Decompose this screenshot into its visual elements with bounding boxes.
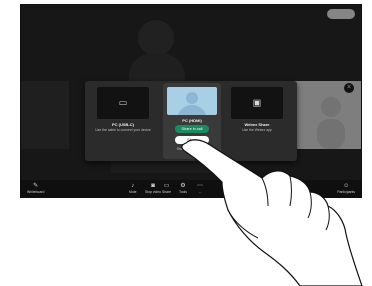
share-option-usb-c[interactable]: ▭ PC (USB-C) Use the cable to connect yo…	[95, 87, 151, 132]
bottom-toolbar: ✎ Whiteboard ♪ Mute ◙ Stop video ▭ Share…	[21, 180, 361, 197]
microphone-icon: ♪	[131, 183, 135, 189]
usb-c-desc: Use the cable to connect your device	[95, 128, 151, 132]
more-button[interactable]: ⋯ ...	[197, 182, 203, 194]
pen-icon: ✎	[33, 183, 39, 189]
hdmi-title: PC (HDMI)	[182, 118, 202, 123]
hdmi-note: Show ms in front of ...	[176, 147, 208, 151]
webex-desc: Use the Webex app	[242, 128, 272, 132]
share-option-hdmi: PC (HDMI) Share in call Show Show ms in …	[163, 83, 221, 159]
usb-c-tile: ▭	[97, 87, 149, 119]
stop-video-button[interactable]: ◙ Stop video	[145, 182, 161, 194]
share-dialog: ▭ PC (USB-C) Use the cable to connect yo…	[85, 81, 297, 161]
avatar-shoulders	[177, 105, 207, 115]
camera-icon: ◙	[151, 183, 155, 189]
webex-tile: ▣	[231, 87, 283, 119]
share-button[interactable]: ▭ Share	[162, 182, 171, 194]
share-label: Share	[162, 190, 172, 194]
hdmi-preview	[167, 87, 217, 115]
usb-c-title: PC (USB-C)	[112, 122, 134, 127]
laptop-icon: ▭	[118, 97, 128, 108]
share-in-call-button[interactable]: Share in call	[175, 125, 209, 133]
people-icon: ☺	[343, 183, 350, 189]
whiteboard-button[interactable]: ✎ Whiteboard	[27, 182, 44, 194]
share-icon: ▭	[163, 183, 170, 189]
mute-label: Mute	[129, 190, 137, 194]
tools-label: Tools	[179, 190, 187, 194]
device-screen: × ▭ PC (USB-C) Use the cable to connect …	[20, 4, 362, 198]
webex-title: Webex Share	[244, 122, 270, 127]
participants-label: Participants	[337, 190, 355, 194]
avatar	[186, 92, 198, 104]
show-button[interactable]: Show	[175, 136, 209, 144]
mute-button[interactable]: ♪ Mute	[129, 182, 137, 194]
tools-icon: ⚙	[180, 183, 186, 189]
more-label: ...	[198, 190, 202, 194]
participants-button[interactable]: ☺ Participants	[337, 182, 355, 194]
stop-video-label: Stop video	[145, 190, 162, 194]
share-option-webex[interactable]: ▣ Webex Share Use the Webex app	[229, 87, 285, 132]
whiteboard-label: Whiteboard	[27, 190, 45, 194]
tools-button[interactable]: ⚙ Tools	[179, 182, 187, 194]
screen-share-icon: ▣	[252, 97, 262, 108]
more-icon: ⋯	[197, 183, 203, 189]
